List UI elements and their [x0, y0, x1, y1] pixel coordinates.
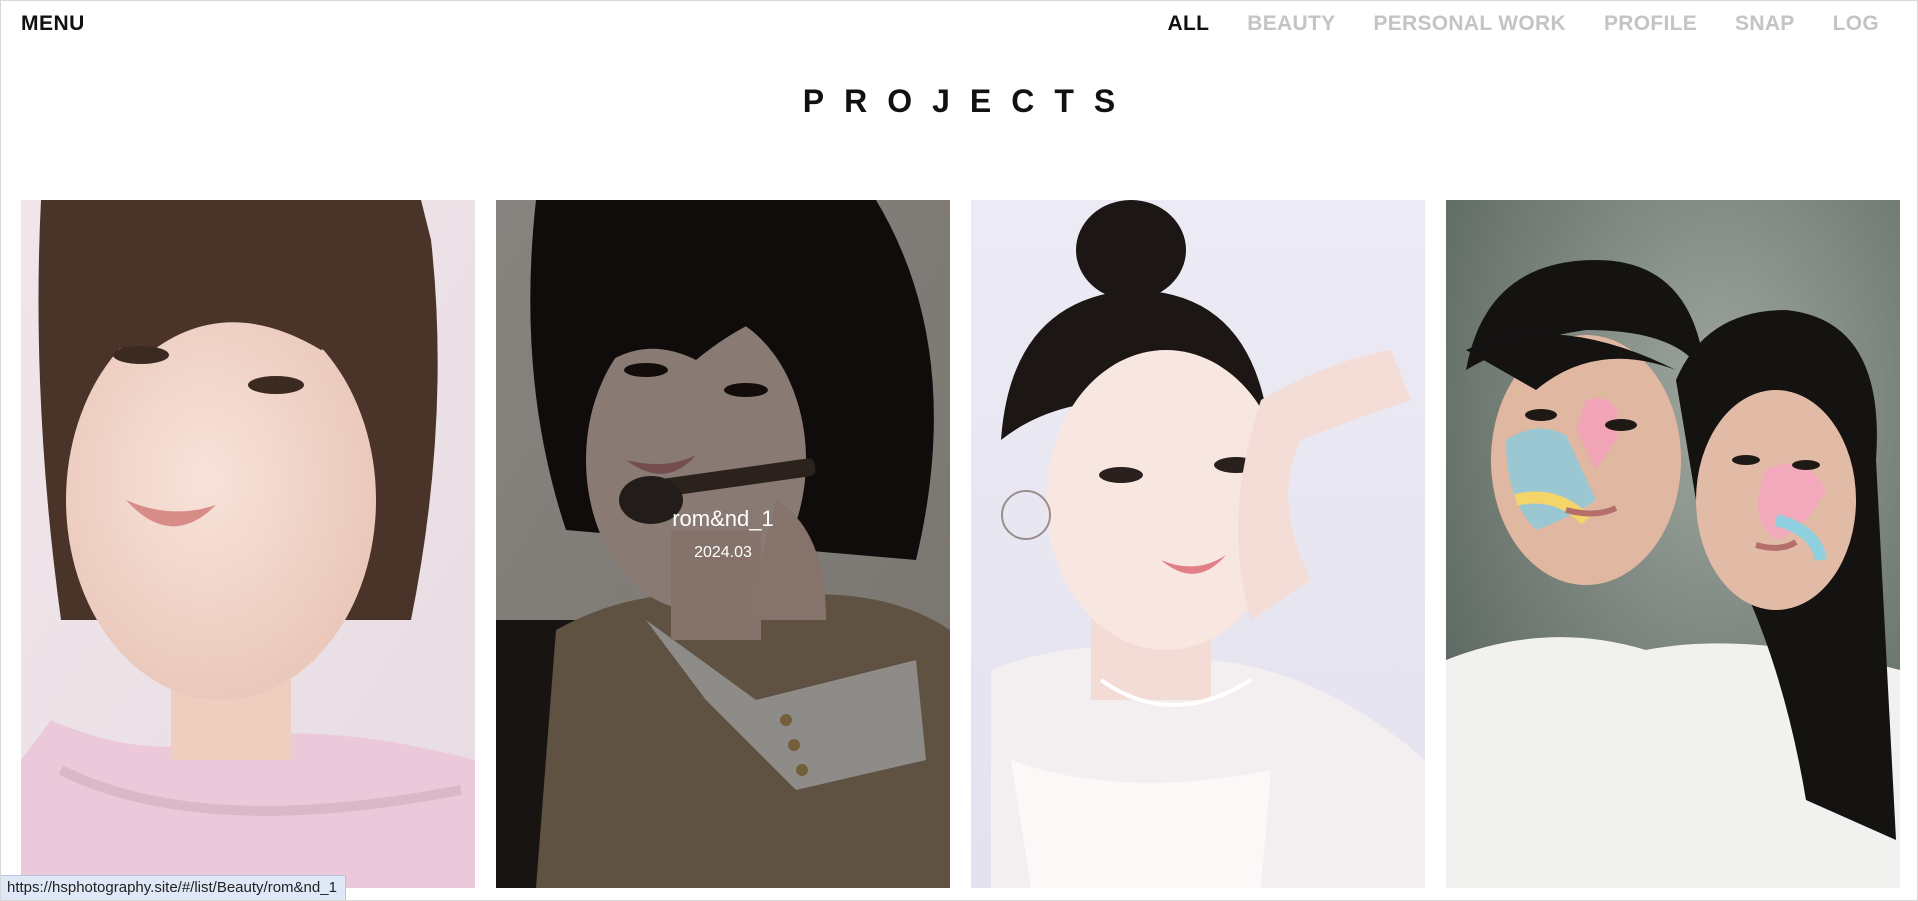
project-title: rom&nd_1 [672, 506, 774, 531]
project-date: 2024.03 [694, 544, 752, 561]
category-nav: ALL BEAUTY PERSONAL WORK PROFILE SNAP LO… [1168, 12, 1879, 36]
project-hover-overlay: rom&nd_1 2024.03 [496, 200, 950, 888]
nav-item-profile[interactable]: PROFILE [1604, 12, 1697, 36]
project-card[interactable]: rom&nd_1 2024.03 [496, 200, 950, 888]
project-card[interactable] [1446, 200, 1900, 888]
project-photo [1446, 200, 1900, 888]
nav-item-beauty[interactable]: BEAUTY [1247, 12, 1335, 36]
project-photo [971, 200, 1425, 888]
project-photo [21, 200, 475, 888]
nav-item-snap[interactable]: SNAP [1735, 12, 1795, 36]
top-navigation-bar: MENU ALL BEAUTY PERSONAL WORK PROFILE SN… [1, 1, 1917, 49]
status-bar-url: https://hsphotography.site/#/list/Beauty… [1, 875, 346, 900]
project-grid: rom&nd_1 2024.03 [21, 200, 1900, 888]
nav-item-personal-work[interactable]: PERSONAL WORK [1373, 12, 1566, 36]
project-card[interactable] [21, 200, 475, 888]
nav-item-all[interactable]: ALL [1168, 12, 1210, 36]
nav-item-log[interactable]: LOG [1833, 12, 1879, 36]
page-title: PROJECTS [802, 83, 1136, 119]
project-card[interactable] [971, 200, 1425, 888]
menu-button[interactable]: MENU [21, 12, 85, 36]
